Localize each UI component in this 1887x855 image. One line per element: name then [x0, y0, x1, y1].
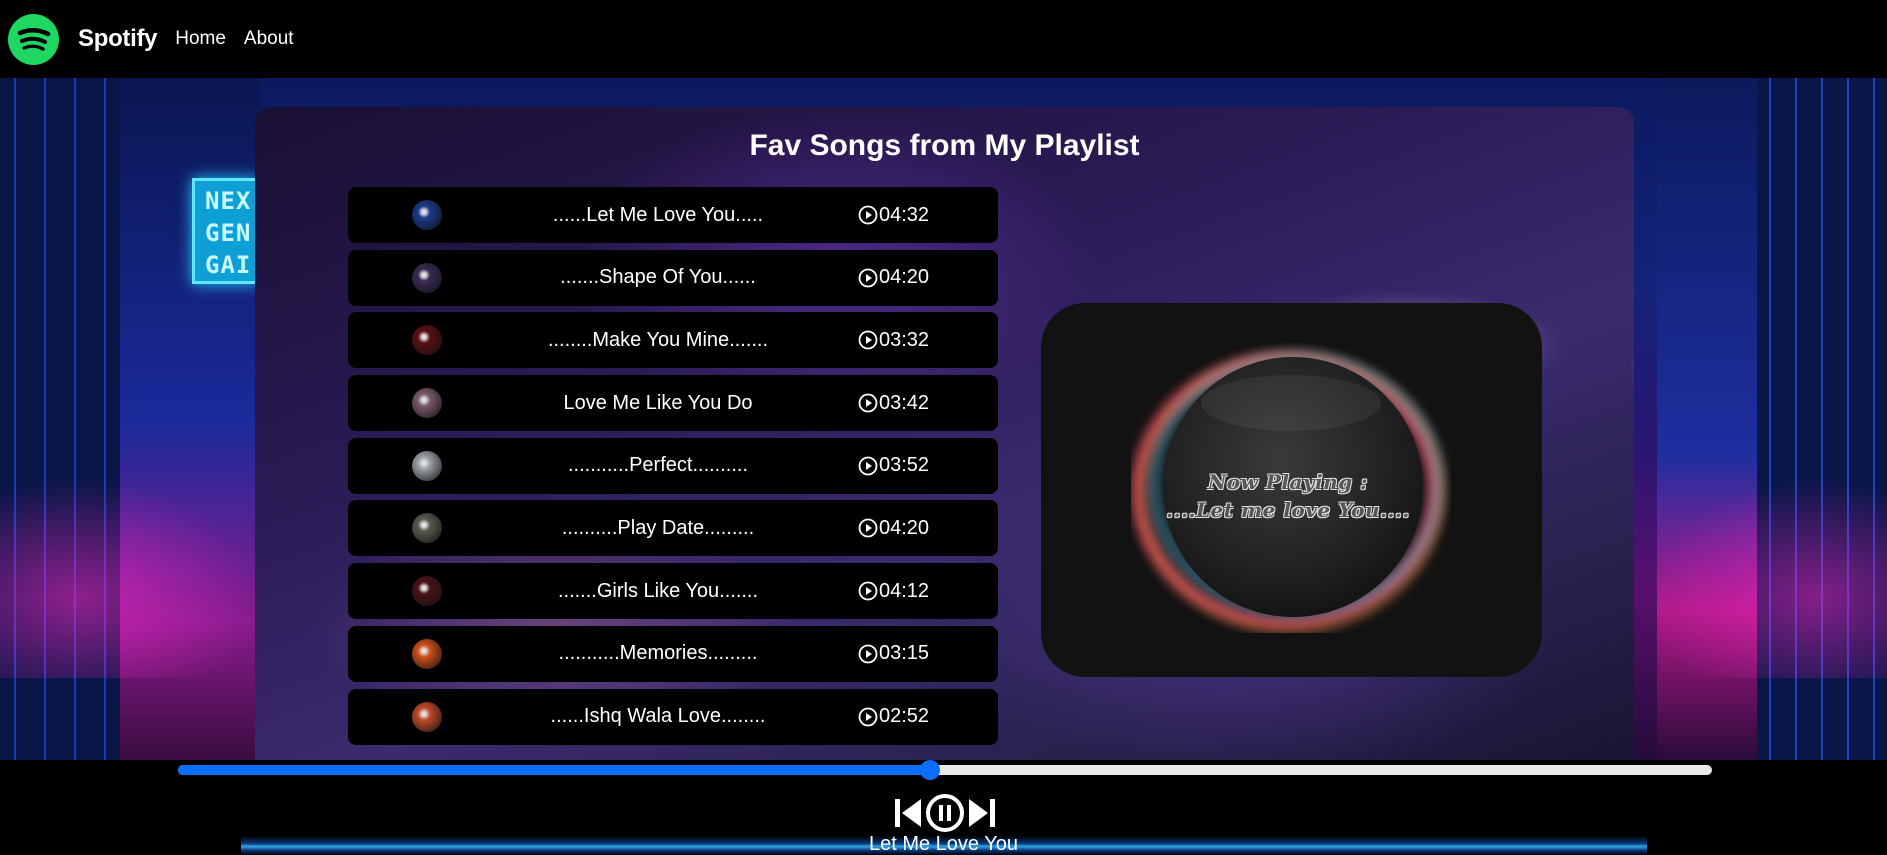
- play-circle-icon[interactable]: [858, 518, 878, 538]
- song-duration: 02:52: [858, 705, 929, 728]
- song-item[interactable]: ...........Perfect.......... 03:52: [348, 437, 998, 494]
- current-song-title: Let Me Love You: [868, 833, 1018, 855]
- song-cover-image: [412, 388, 442, 419]
- brand-name[interactable]: Spotify: [78, 25, 158, 53]
- background-neon-sign: NEX GEN GAI: [192, 178, 260, 284]
- song-list: ......Let Me Love You..... 04:32 .......Sh…: [348, 187, 998, 751]
- song-duration-text: 04:20: [879, 516, 930, 539]
- song-duration: 04:20: [858, 517, 929, 540]
- play-circle-icon[interactable]: [858, 393, 878, 413]
- song-name: ........Make You Mine.......: [547, 328, 769, 351]
- song-duration: 03:32: [858, 329, 929, 352]
- song-name: ...........Memories.........: [558, 642, 758, 665]
- spotify-logo-icon[interactable]: [8, 13, 59, 65]
- song-duration-text: 02:52: [879, 705, 930, 727]
- progress-bar-fill: [178, 765, 930, 775]
- song-duration-text: 03:52: [879, 454, 930, 477]
- song-duration-text: 03:15: [879, 642, 930, 665]
- now-playing-label: Now Playing :: [1208, 470, 1368, 494]
- nav-link-about[interactable]: About: [244, 28, 294, 50]
- navbar: Spotify Home About: [0, 0, 1887, 78]
- song-item[interactable]: ......Ishq Wala Love........ 02:52: [348, 688, 998, 745]
- song-cover-image: [412, 325, 442, 356]
- play-circle-icon[interactable]: [858, 581, 878, 601]
- song-item[interactable]: ...........Memories......... 03:15: [348, 625, 998, 682]
- song-cover-image: [412, 638, 442, 669]
- song-item[interactable]: ........Make You Mine....... 03:32: [348, 312, 998, 369]
- playlist-panel: Fav Songs from My Playlist ......Let Me …: [255, 107, 1634, 760]
- song-name: ..........Play Date.........: [561, 516, 755, 539]
- play-circle-icon[interactable]: [858, 707, 878, 727]
- song-cover-image: [412, 450, 442, 481]
- song-item[interactable]: ......Let Me Love You..... 04:32: [348, 187, 998, 243]
- player-controls: [893, 793, 997, 833]
- nav-link-home[interactable]: Home: [175, 28, 226, 50]
- song-cover-image: [412, 576, 442, 607]
- song-name: ......Let Me Love You.....: [552, 203, 764, 226]
- now-playing-song: ....Let me love You....: [1166, 498, 1410, 522]
- song-duration: 03:52: [858, 454, 929, 477]
- song-cover-image: [412, 701, 442, 732]
- song-cover-image: [412, 200, 442, 230]
- song-duration: 03:15: [858, 642, 929, 665]
- neon-sign-line: NEX: [205, 187, 252, 215]
- song-duration-text: 04:32: [879, 203, 930, 226]
- background-glow: [1647, 478, 1887, 678]
- panel-title: Fav Songs from My Playlist: [749, 129, 1140, 162]
- song-cover-image: [412, 513, 442, 544]
- play-circle-icon[interactable]: [858, 268, 878, 288]
- play-circle-icon[interactable]: [858, 456, 878, 476]
- song-duration-text: 03:42: [879, 391, 930, 414]
- song-name: Love Me Like You Do: [563, 391, 753, 414]
- song-name: ...........Perfect..........: [567, 454, 749, 477]
- progress-bar-thumb[interactable]: [919, 760, 940, 780]
- previous-icon[interactable]: [893, 797, 923, 829]
- next-icon[interactable]: [967, 797, 997, 829]
- play-circle-icon[interactable]: [858, 205, 878, 225]
- now-playing-card: Now Playing : ....Let me love You....: [1041, 303, 1542, 677]
- song-duration: 04:32: [858, 204, 929, 227]
- song-duration-text: 04:20: [879, 266, 930, 289]
- progress-bar[interactable]: [178, 760, 1712, 780]
- song-duration: 04:20: [858, 266, 929, 289]
- song-duration: 03:42: [858, 392, 929, 415]
- play-circle-icon[interactable]: [858, 330, 878, 350]
- background-glow: [0, 478, 260, 678]
- song-name: .......Shape Of You......: [560, 266, 756, 289]
- song-item[interactable]: .......Girls Like You....... 04:12: [348, 563, 998, 620]
- pause-icon[interactable]: [925, 793, 965, 833]
- neon-sign-line: GEN: [205, 219, 252, 247]
- now-playing-text: Now Playing : ....Let me love You....: [1156, 468, 1420, 524]
- song-cover-image: [412, 262, 442, 293]
- song-item[interactable]: ..........Play Date......... 04:20: [348, 500, 998, 557]
- song-item[interactable]: Love Me Like You Do 03:42: [348, 375, 998, 432]
- neon-sign-line: GAI: [205, 251, 252, 279]
- song-name: ......Ishq Wala Love........: [550, 705, 766, 727]
- play-circle-icon[interactable]: [858, 644, 878, 664]
- song-duration: 04:12: [858, 580, 929, 603]
- song-duration-text: 03:32: [879, 328, 930, 351]
- song-duration-text: 04:12: [879, 579, 930, 602]
- song-name: .......Girls Like You.......: [557, 579, 759, 602]
- song-item[interactable]: .......Shape Of You...... 04:20: [348, 249, 998, 306]
